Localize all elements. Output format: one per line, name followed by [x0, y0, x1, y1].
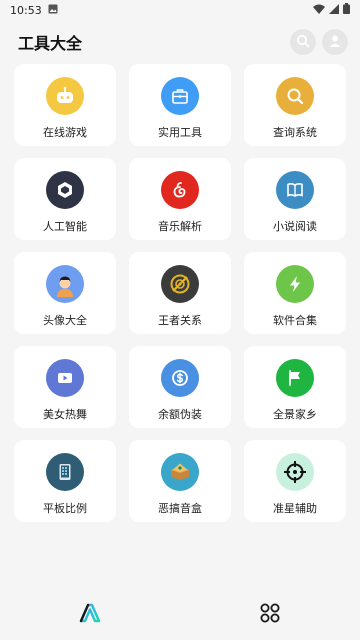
tool-label: 王者关系	[158, 314, 202, 327]
tool-label: 恶搞音盒	[158, 502, 202, 515]
status-bar: 10:53	[0, 0, 360, 20]
tool-label: 软件合集	[273, 314, 317, 327]
tool-label: 小说阅读	[273, 220, 317, 233]
tool-card-prank-music-box[interactable]: 恶搞音盒	[129, 440, 231, 522]
tool-card-avatars[interactable]: 头像大全	[14, 252, 116, 334]
lightning-icon	[276, 265, 314, 303]
tool-label: 实用工具	[158, 126, 202, 139]
tool-card-query-system[interactable]: 查询系统	[244, 64, 346, 146]
home-logo-icon	[79, 603, 101, 627]
tool-label: 在线游戏	[43, 126, 87, 139]
tool-card-online-games[interactable]: 在线游戏	[14, 64, 116, 146]
app-header: 工具大全	[0, 24, 360, 60]
nav-tab-apps[interactable]	[180, 590, 360, 640]
gamepad-icon	[46, 77, 84, 115]
tool-card-tablet-ratio[interactable]: 平板比例	[14, 440, 116, 522]
video-icon	[46, 359, 84, 397]
dollar-icon	[161, 359, 199, 397]
page-title: 工具大全	[18, 34, 83, 53]
bottom-nav	[0, 590, 360, 640]
tool-card-dance-videos[interactable]: 美女热舞	[14, 346, 116, 428]
nav-tab-home[interactable]	[0, 590, 180, 640]
tool-card-crosshair-assist[interactable]: 准星辅助	[244, 440, 346, 522]
tool-grid: 在线游戏 实用工具 查询系统 人工智能 音乐解析 小说阅读 头像大全 王者关系 …	[14, 64, 346, 522]
battery-icon	[343, 3, 350, 17]
tool-label: 查询系统	[273, 126, 317, 139]
magnifier-icon	[276, 77, 314, 115]
book-icon	[276, 171, 314, 209]
tool-card-music-parse[interactable]: 音乐解析	[129, 158, 231, 240]
tool-label: 全景家乡	[273, 408, 317, 421]
music-box-icon	[161, 453, 199, 491]
tool-label: 平板比例	[43, 502, 87, 515]
tool-card-software[interactable]: 软件合集	[244, 252, 346, 334]
signal-icon	[329, 3, 339, 17]
gallery-icon	[48, 4, 58, 17]
search-icon	[296, 33, 310, 52]
flag-icon	[276, 359, 314, 397]
toolbox-icon	[161, 77, 199, 115]
game-emblem-icon	[161, 265, 199, 303]
tool-label: 头像大全	[43, 314, 87, 327]
tool-label: 人工智能	[43, 220, 87, 233]
search-button[interactable]	[290, 29, 316, 55]
tool-card-king-relations[interactable]: 王者关系	[129, 252, 231, 334]
tablet-icon	[46, 453, 84, 491]
tool-label: 音乐解析	[158, 220, 202, 233]
tool-card-hometown-panorama[interactable]: 全景家乡	[244, 346, 346, 428]
tool-card-novel-reading[interactable]: 小说阅读	[244, 158, 346, 240]
ai-logo-icon	[46, 171, 84, 209]
tool-label: 余额伪装	[158, 408, 202, 421]
user-icon	[328, 33, 342, 52]
tool-label: 准星辅助	[273, 502, 317, 515]
wifi-icon	[313, 4, 325, 17]
user-button[interactable]	[322, 29, 348, 55]
tool-label: 美女热舞	[43, 408, 87, 421]
crosshair-icon	[276, 453, 314, 491]
tool-card-ai[interactable]: 人工智能	[14, 158, 116, 240]
status-time: 10:53	[10, 3, 42, 17]
tool-card-utilities[interactable]: 实用工具	[129, 64, 231, 146]
apps-grid-icon	[260, 603, 280, 627]
avatar-icon	[46, 265, 84, 303]
tool-card-balance-fake[interactable]: 余额伪装	[129, 346, 231, 428]
music-icon	[161, 171, 199, 209]
